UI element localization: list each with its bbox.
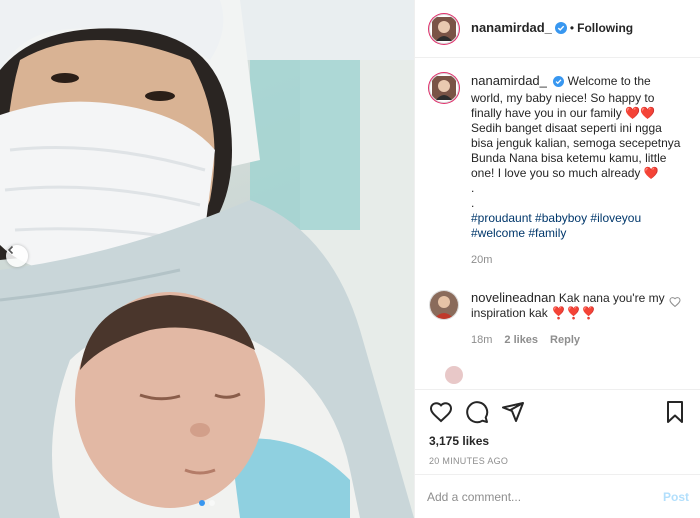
caption-hashtags[interactable]: #proudaunt #babyboy #iloveyou #welcome #… — [471, 211, 683, 241]
caption-username[interactable]: nanamirdad_ — [471, 73, 547, 88]
photo-illustration — [0, 0, 414, 518]
heart-icon[interactable] — [429, 400, 453, 427]
caption-dot-2: . — [471, 196, 475, 210]
post-actions: 3,175 likes 20 MINUTES AGO — [415, 389, 700, 474]
commenter-avatar[interactable] — [429, 290, 459, 320]
commenter-username[interactable]: novelineadnan — [471, 290, 556, 305]
verified-badge-icon — [554, 22, 567, 37]
chevron-left-icon — [7, 245, 14, 255]
comment-like-icon[interactable] — [669, 296, 681, 311]
add-comment-bar: Post — [415, 474, 700, 518]
comments-list[interactable]: nanamirdad_ Welcome to the world, my bab… — [415, 59, 700, 389]
avatar-image — [432, 76, 456, 100]
comment-icon[interactable] — [465, 400, 489, 427]
comment-likes[interactable]: 2 likes — [504, 333, 538, 348]
avatar-image — [430, 291, 458, 319]
carousel-dot-active — [199, 500, 205, 506]
post-timestamp[interactable]: 20 MINUTES AGO — [429, 456, 687, 466]
following-button[interactable]: Following — [577, 21, 633, 35]
avatar-image — [432, 16, 456, 41]
carousel-prev-button[interactable] — [6, 245, 28, 267]
author-avatar[interactable] — [429, 13, 459, 44]
caption-hearts-1: ❤️❤️ — [625, 106, 655, 120]
caption-avatar[interactable] — [429, 73, 459, 103]
separator-dot: • — [569, 21, 575, 35]
likes-count[interactable]: 3,175 likes — [429, 434, 687, 448]
comment-input[interactable] — [427, 489, 663, 504]
share-icon[interactable] — [501, 400, 525, 427]
post-comment-button[interactable]: Post — [663, 490, 689, 504]
comment-reply-button[interactable]: Reply — [550, 333, 580, 348]
next-comment-avatar — [445, 366, 463, 384]
caption-time: 20m — [471, 254, 493, 266]
author-username[interactable]: nanamirdad_ — [471, 20, 552, 35]
carousel-dot — [209, 500, 215, 506]
caption-hearts-2: ❤️ — [643, 166, 659, 180]
caption: nanamirdad_ Welcome to the world, my bab… — [429, 73, 687, 268]
carousel-indicator — [0, 500, 414, 506]
post-photo[interactable] — [0, 0, 414, 518]
comment-emoji: ❣️❣️❣️ — [551, 306, 596, 320]
comment-time: 18m — [471, 334, 493, 346]
comment-item: novelineadnan Kak nana you're my inspira… — [429, 290, 687, 348]
post-header: nanamirdad_ • Following — [415, 0, 700, 58]
caption-dot-1: . — [471, 181, 475, 195]
post-side-panel: nanamirdad_ • Following nanamirdad_ Welcom… — [414, 0, 700, 518]
bookmark-icon[interactable] — [663, 400, 687, 427]
verified-badge-icon — [553, 76, 565, 91]
